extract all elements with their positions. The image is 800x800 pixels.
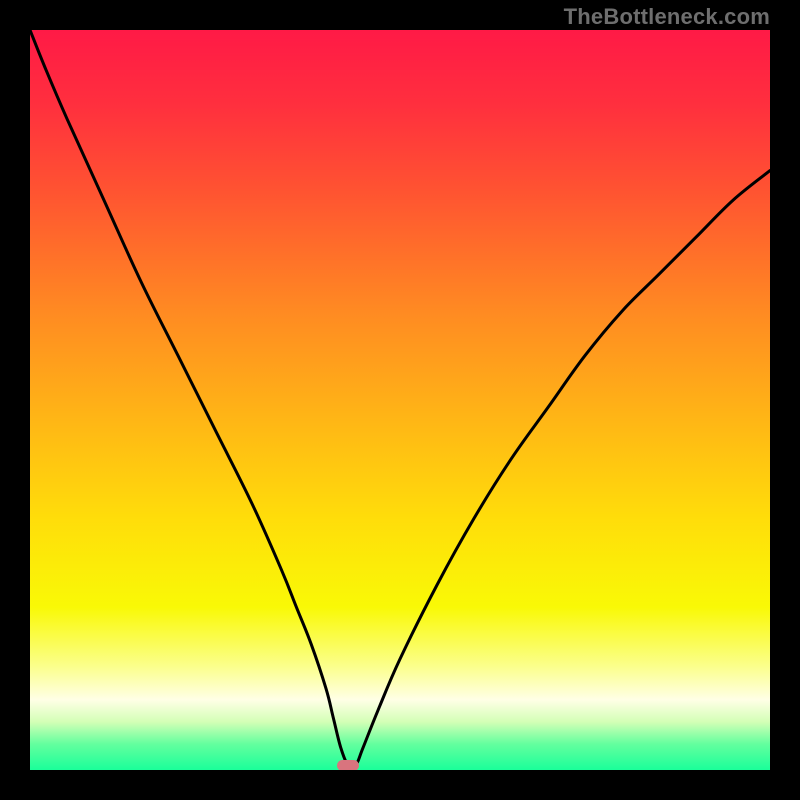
bottleneck-curve bbox=[30, 30, 770, 770]
plot-area bbox=[30, 30, 770, 770]
minimum-marker bbox=[337, 760, 359, 770]
watermark-text: TheBottleneck.com bbox=[564, 4, 770, 30]
